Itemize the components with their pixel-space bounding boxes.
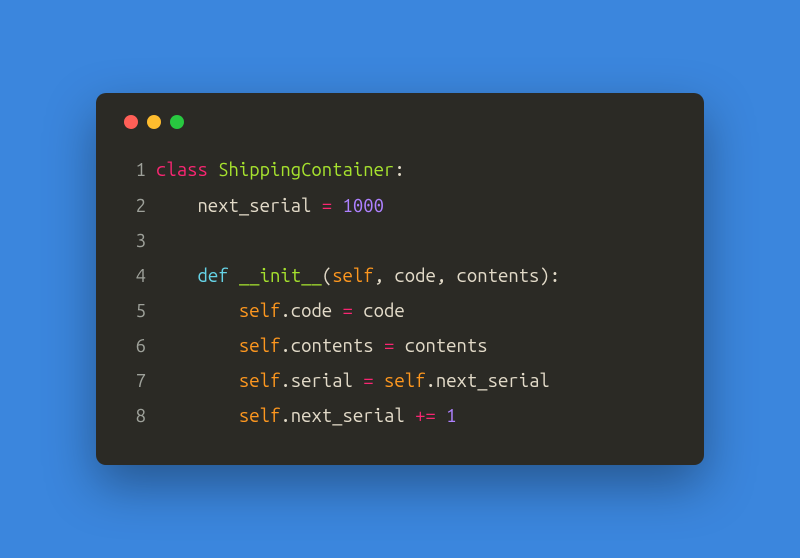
code-token <box>156 301 239 321</box>
code-token: self <box>239 406 280 426</box>
line-number: 3 <box>124 224 146 259</box>
line-number: 2 <box>124 189 146 224</box>
code-token: code <box>353 301 405 321</box>
code-token: , code, contents): <box>374 266 560 286</box>
minimize-icon[interactable] <box>147 115 161 129</box>
code-token: next_serial <box>291 406 405 426</box>
code-token: += <box>415 406 436 426</box>
code-token: . <box>280 336 290 356</box>
line-number: 4 <box>124 259 146 294</box>
line-content: self.next_serial += 1 <box>156 399 457 434</box>
line-number: 6 <box>124 329 146 364</box>
line-number: 1 <box>124 153 146 188</box>
code-token: . <box>280 406 290 426</box>
code-token: ShippingContainer <box>218 160 394 180</box>
code-token <box>332 196 342 216</box>
code-token: 1000 <box>343 196 384 216</box>
code-token <box>405 406 415 426</box>
window-titlebar <box>124 115 676 129</box>
code-token: __init__ <box>239 266 322 286</box>
code-token: .next_serial <box>425 371 549 391</box>
code-token: self <box>384 371 425 391</box>
code-token: code <box>291 301 332 321</box>
code-token: self <box>332 266 373 286</box>
code-token <box>353 371 363 391</box>
code-token: : <box>394 160 404 180</box>
code-token <box>208 160 218 180</box>
code-line: 4 def __init__(self, code, contents): <box>124 259 676 294</box>
code-token: . <box>280 371 290 391</box>
code-token: serial <box>291 371 353 391</box>
zoom-icon[interactable] <box>170 115 184 129</box>
code-token <box>156 336 239 356</box>
code-editor: 1class ShippingContainer:2 next_serial =… <box>124 153 676 434</box>
code-token: def <box>197 266 228 286</box>
code-token <box>229 266 239 286</box>
code-token: self <box>239 371 280 391</box>
code-token: = <box>343 301 353 321</box>
code-token: self <box>239 301 280 321</box>
line-content: next_serial = 1000 <box>156 189 384 224</box>
code-token <box>156 406 239 426</box>
code-token <box>436 406 446 426</box>
code-line: 2 next_serial = 1000 <box>124 189 676 224</box>
code-token <box>156 266 197 286</box>
code-token <box>332 301 342 321</box>
line-content: def __init__(self, code, contents): <box>156 259 560 294</box>
code-token <box>156 371 239 391</box>
code-token: 1 <box>446 406 456 426</box>
code-line: 1 class ShippingContainer: <box>124 153 676 188</box>
close-icon[interactable] <box>124 115 138 129</box>
code-line: 8 self.next_serial += 1 <box>124 399 676 434</box>
code-window: 1class ShippingContainer:2 next_serial =… <box>96 93 704 464</box>
line-content: self.contents = contents <box>156 329 488 364</box>
code-token <box>374 371 384 391</box>
code-line: 5 self.code = code <box>124 294 676 329</box>
line-number: 7 <box>124 364 146 399</box>
code-token: next_serial <box>156 196 322 216</box>
line-number: 8 <box>124 399 146 434</box>
code-line: 6 self.contents = contents <box>124 329 676 364</box>
code-token: = <box>363 371 373 391</box>
code-token <box>374 336 384 356</box>
code-token: = <box>384 336 394 356</box>
code-token: ( <box>322 266 332 286</box>
code-token: = <box>322 196 332 216</box>
code-token: self <box>239 336 280 356</box>
code-token: class <box>156 160 208 180</box>
code-token: contents <box>394 336 487 356</box>
line-content: self.serial = self.next_serial <box>156 364 550 399</box>
code-line: 7 self.serial = self.next_serial <box>124 364 676 399</box>
code-token: . <box>280 301 290 321</box>
line-content: class ShippingContainer: <box>156 153 405 188</box>
code-line: 3 <box>124 224 676 259</box>
code-token: contents <box>291 336 374 356</box>
line-content: self.code = code <box>156 294 405 329</box>
line-number: 5 <box>124 294 146 329</box>
